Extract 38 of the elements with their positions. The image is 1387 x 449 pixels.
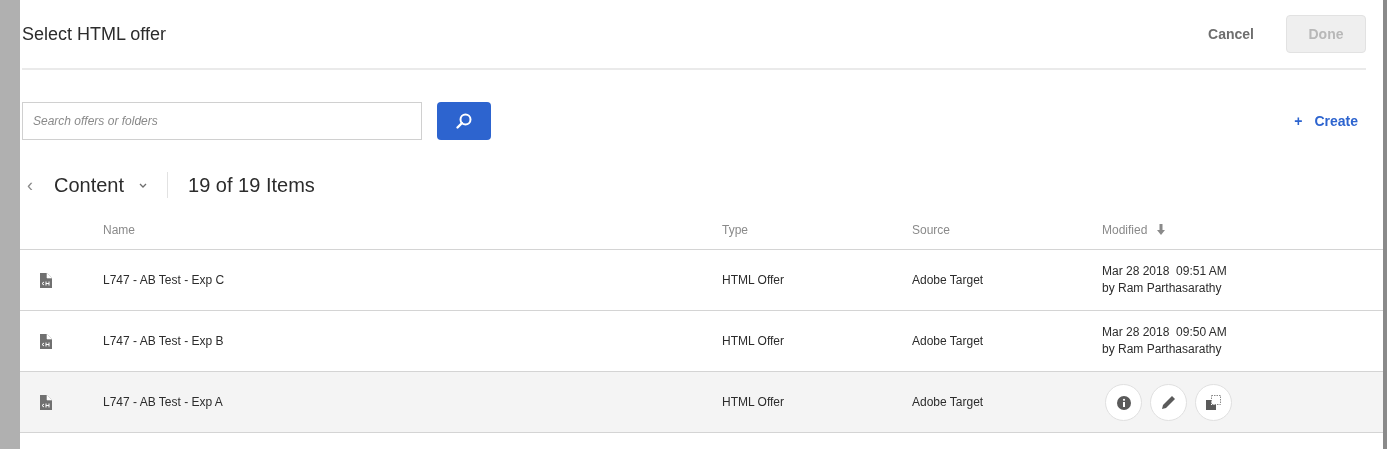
table-cell: Adobe Target (912, 395, 984, 409)
table-cell: L747 - AB Test - Exp A (103, 395, 223, 409)
info-icon (1116, 395, 1131, 410)
table-cell: Adobe Target (912, 334, 984, 348)
modified-by: by Ram Parthasarathy (1102, 280, 1223, 297)
table-cell: Adobe Target (912, 273, 984, 287)
modified-by: by Ram Parthasarathy (1102, 341, 1223, 358)
sort-down-arrow-icon[interactable] (1157, 224, 1166, 235)
search-icon (455, 112, 473, 130)
column-header[interactable]: Modified (1102, 220, 1148, 239)
edit-button[interactable] (1150, 384, 1187, 421)
table-cell: L747 - AB Test - Exp B (103, 334, 224, 348)
create-button[interactable]: + Create (1294, 110, 1358, 132)
cancel-button[interactable]: Cancel (1200, 23, 1262, 45)
table-cell: HTML Offer (722, 334, 784, 348)
column-header[interactable]: Name (103, 220, 135, 239)
pencil-icon (1161, 395, 1176, 410)
search-field[interactable]: Search offers or folders (22, 102, 422, 140)
copy-button[interactable] (1195, 384, 1232, 421)
modified-date: Mar 28 2018 09:51 AM (1102, 263, 1228, 280)
table-cell: HTML Offer (722, 395, 784, 409)
table-row[interactable]: L747 - AB Test - Exp A HTML Offer Adobe Target (20, 372, 1383, 433)
html-file-icon (40, 394, 52, 410)
column-header[interactable]: Type (722, 220, 748, 239)
folder-dropdown[interactable]: Content (54, 170, 148, 200)
column-header[interactable]: Source (912, 220, 951, 239)
table-cell: HTML Offer (722, 273, 784, 287)
modified-date: Mar 28 2018 09:50 AM (1102, 324, 1228, 341)
html-file-icon (40, 333, 52, 349)
back-button[interactable]: ‹ (24, 171, 36, 199)
dialog-title: Select HTML offer (22, 22, 168, 46)
info-button[interactable] (1105, 384, 1142, 421)
html-file-icon (40, 272, 52, 288)
item-count: 19 of 19 Items (188, 173, 315, 198)
search-button[interactable] (437, 102, 491, 140)
table-cell: L747 - AB Test - Exp C (103, 273, 225, 287)
copy-icon (1206, 395, 1221, 410)
chevron-down-icon (139, 182, 148, 188)
